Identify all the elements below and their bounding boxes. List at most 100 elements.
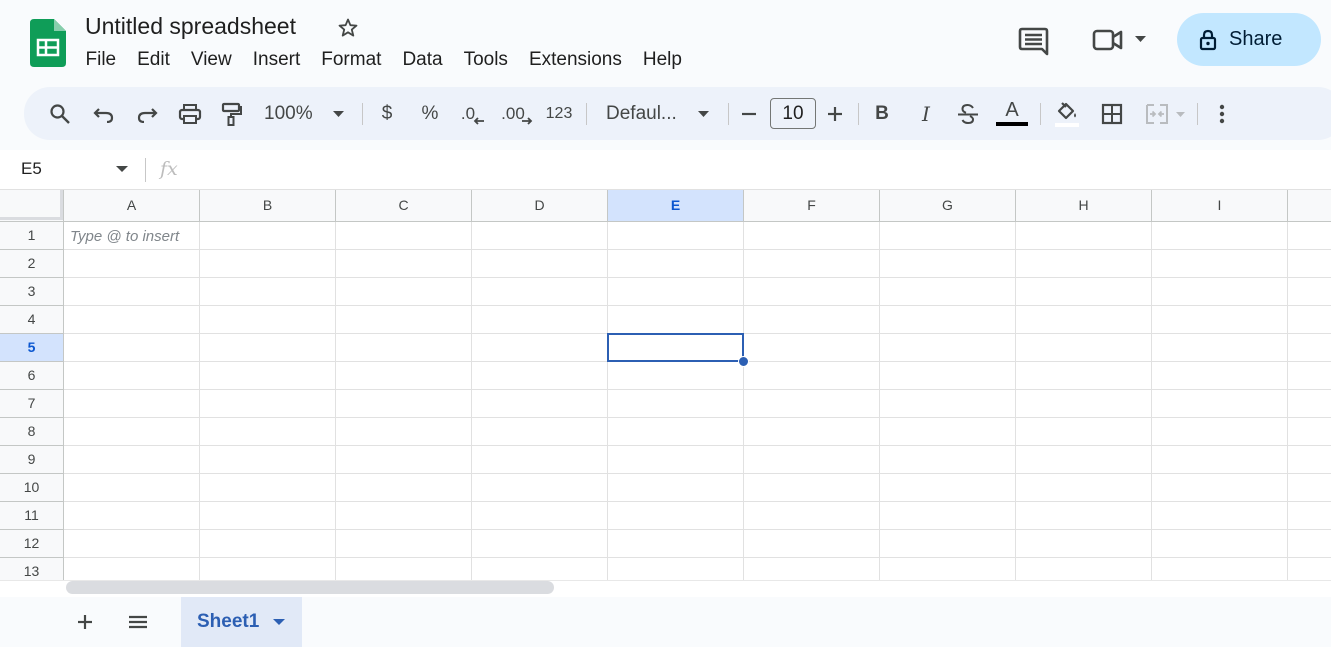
menu-file[interactable]: File xyxy=(75,46,127,74)
column-header-overflow xyxy=(1288,190,1331,222)
row-header-5[interactable]: 5 xyxy=(0,334,64,362)
toolbar-divider xyxy=(586,103,587,125)
column-header-d[interactable]: D xyxy=(472,190,608,222)
share-label: Share xyxy=(1229,28,1283,50)
fx-icon: fx xyxy=(160,158,178,180)
search-menus-button[interactable] xyxy=(46,99,74,129)
strikethrough-button[interactable] xyxy=(954,99,982,129)
font-dropdown-button[interactable] xyxy=(695,99,711,129)
merge-cells-icon xyxy=(1145,104,1168,124)
row-header-3[interactable]: 3 xyxy=(0,278,64,306)
menu-help[interactable]: Help xyxy=(632,46,692,74)
borders-icon xyxy=(1101,103,1123,125)
menu-extensions[interactable]: Extensions xyxy=(518,46,632,74)
arrow-right-icon xyxy=(521,117,533,125)
menu-edit[interactable]: Edit xyxy=(127,46,181,74)
menu-view[interactable]: View xyxy=(180,46,242,74)
menu-tools[interactable]: Tools xyxy=(453,46,518,74)
text-color-label: A xyxy=(1005,99,1019,121)
menu-data[interactable]: Data xyxy=(392,46,453,74)
text-color-swatch xyxy=(996,122,1028,126)
column-header-b[interactable]: B xyxy=(200,190,336,222)
row-header-10[interactable]: 10 xyxy=(0,474,64,502)
chevron-down-icon[interactable] xyxy=(1134,35,1147,43)
column-header-a[interactable]: A xyxy=(64,190,200,222)
currency-format-button[interactable]: $ xyxy=(375,99,399,129)
row-header-12[interactable]: 12 xyxy=(0,530,64,558)
lock-icon xyxy=(1199,29,1217,50)
merge-cells-button[interactable] xyxy=(1142,99,1188,129)
number-format-button[interactable]: 123 xyxy=(544,99,574,129)
row-header-13[interactable]: 13 xyxy=(0,558,64,580)
fill-color-button[interactable] xyxy=(1052,99,1082,129)
menu-insert[interactable]: Insert xyxy=(242,46,311,74)
row-header-1[interactable]: 1 xyxy=(0,222,64,250)
font-size-input[interactable]: 10 xyxy=(770,98,816,129)
search-icon xyxy=(50,104,70,124)
more-options-button[interactable] xyxy=(1210,99,1234,129)
sheet-tab-dropdown-icon[interactable] xyxy=(273,619,286,625)
italic-label: I xyxy=(922,102,930,126)
italic-button[interactable]: I xyxy=(914,99,938,129)
row-header-11[interactable]: 11 xyxy=(0,502,64,530)
row-header-6[interactable]: 6 xyxy=(0,362,64,390)
video-call-icon[interactable] xyxy=(1092,27,1124,53)
menu-format[interactable]: Format xyxy=(311,46,392,74)
borders-button[interactable] xyxy=(1098,99,1126,129)
decrease-decimal-button[interactable]: .0 xyxy=(458,99,488,129)
increase-font-size-button[interactable] xyxy=(824,99,846,129)
text-color-button[interactable]: A xyxy=(994,99,1030,129)
select-all-corner[interactable] xyxy=(0,190,64,222)
cell-area[interactable] xyxy=(64,222,1331,580)
undo-icon xyxy=(93,108,114,123)
column-header-c[interactable]: C xyxy=(336,190,472,222)
number-format-label: 123 xyxy=(545,105,573,122)
increase-decimal-button[interactable]: .00 xyxy=(500,99,534,129)
column-header-e[interactable]: E xyxy=(608,190,744,222)
horizontal-scrollbar-thumb[interactable] xyxy=(66,581,554,594)
sheet-tab-sheet1[interactable]: Sheet1 xyxy=(181,597,302,647)
all-sheets-menu-icon[interactable] xyxy=(126,610,150,634)
column-header-f[interactable]: F xyxy=(744,190,880,222)
arrow-left-icon xyxy=(473,117,485,125)
document-title[interactable]: Untitled spreadsheet xyxy=(85,11,296,41)
redo-button[interactable] xyxy=(133,99,161,129)
minus-icon xyxy=(742,112,756,116)
formula-bar: E5 fx xyxy=(0,150,1331,190)
toolbar-divider xyxy=(1040,103,1041,125)
column-header-h[interactable]: H xyxy=(1016,190,1152,222)
sheet-bar: Sheet1 xyxy=(0,597,1331,647)
bold-button[interactable]: B xyxy=(870,99,894,129)
zoom-dropdown-button[interactable] xyxy=(330,99,346,129)
fill-handle[interactable] xyxy=(738,356,749,367)
share-button[interactable]: Share xyxy=(1177,13,1321,66)
percent-label: % xyxy=(421,103,439,124)
undo-button[interactable] xyxy=(90,99,118,129)
name-box[interactable]: E5 xyxy=(21,159,42,179)
paint-format-button[interactable] xyxy=(218,99,246,129)
chevron-down-icon xyxy=(697,111,709,117)
font-family-select[interactable]: Defaul... xyxy=(606,99,702,129)
print-button[interactable] xyxy=(176,99,204,129)
column-header-g[interactable]: G xyxy=(880,190,1016,222)
toolbar-divider xyxy=(362,103,363,125)
star-icon[interactable] xyxy=(336,16,360,40)
chevron-down-icon xyxy=(332,111,344,117)
row-header-9[interactable]: 9 xyxy=(0,446,64,474)
sheets-logo-icon[interactable] xyxy=(30,19,66,67)
row-header-2[interactable]: 2 xyxy=(0,250,64,278)
formula-bar-divider xyxy=(145,158,146,182)
row-header-8[interactable]: 8 xyxy=(0,418,64,446)
comment-icon[interactable] xyxy=(1018,26,1050,56)
name-box-dropdown-icon[interactable] xyxy=(116,166,128,172)
spreadsheet-app: Untitled spreadsheet File Edit View Inse… xyxy=(0,0,1331,647)
percent-format-button[interactable]: % xyxy=(416,99,444,129)
column-header-i[interactable]: I xyxy=(1152,190,1288,222)
row-header-7[interactable]: 7 xyxy=(0,390,64,418)
decrease-font-size-button[interactable] xyxy=(738,99,760,129)
add-sheet-icon[interactable] xyxy=(73,610,97,634)
formula-input[interactable] xyxy=(200,156,1320,184)
row-header-4[interactable]: 4 xyxy=(0,306,64,334)
selected-cell-e5[interactable] xyxy=(607,333,744,362)
zoom-select[interactable]: 100% xyxy=(264,99,320,129)
